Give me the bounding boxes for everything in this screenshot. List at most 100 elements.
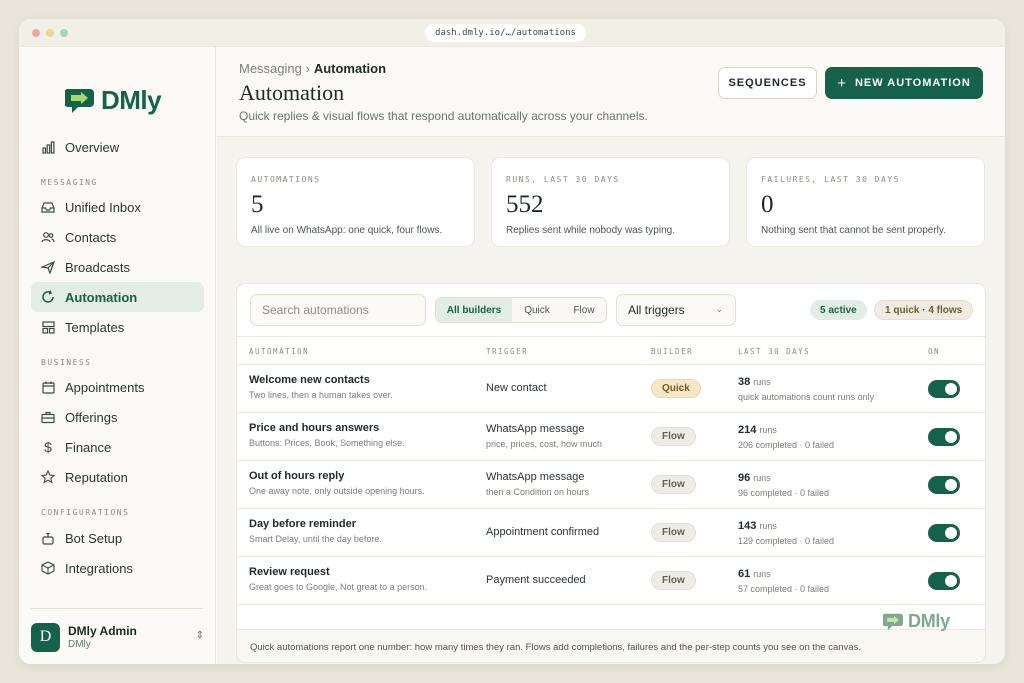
builder-mix-badge: 1 quick · 4 flows <box>874 300 974 320</box>
runs-count: 96 runs <box>738 472 771 484</box>
sidebar-item-label: Offerings <box>65 409 118 425</box>
browser-titlebar: dash.dmly.io/…/automations <box>19 19 1005 47</box>
table-footer-note: Quick automations report one number: how… <box>237 629 985 662</box>
sidebar-item-label: Templates <box>65 319 125 335</box>
stat-label: FAILURES, LAST 30 DAYS <box>761 175 900 184</box>
briefcase-icon <box>41 410 55 424</box>
runs-value: 61 <box>738 568 751 580</box>
sidebar-item-unified-inbox[interactable]: Unified Inbox <box>31 192 204 222</box>
sidebar-item-label: Unified Inbox <box>65 199 141 215</box>
runs-detail: 57 completed · 0 failed <box>738 584 830 594</box>
runs-detail: 206 completed · 0 failed <box>738 440 835 450</box>
enabled-toggle[interactable] <box>928 476 960 494</box>
brand-logo[interactable]: DMly <box>65 85 162 116</box>
table-row[interactable]: Review request Great goes to Google, Not… <box>237 557 985 605</box>
toggle-knob <box>945 575 957 587</box>
automation-name: Out of hours reply <box>249 470 345 482</box>
watermark-logo: DMly <box>883 611 950 632</box>
runs-count: 214 runs <box>738 424 777 436</box>
inbox-icon <box>41 200 55 214</box>
runs-value: 214 <box>738 424 757 436</box>
sidebar-item-contacts[interactable]: Contacts <box>31 222 204 252</box>
filter-flow[interactable]: Flow <box>562 298 606 322</box>
runs-count: 61 runs <box>738 568 771 580</box>
column-header-automation: AUTOMATION <box>249 347 310 356</box>
trigger-select[interactable]: All triggers ⌄ <box>616 294 736 326</box>
cube-icon <box>41 561 55 575</box>
brand-name: DMly <box>101 85 162 115</box>
sidebar-item-automation[interactable]: Automation <box>31 282 204 312</box>
builder-badge: Flow <box>651 571 696 590</box>
table-header: AUTOMATION TRIGGER BUILDER LAST 30 DAYS … <box>237 336 985 365</box>
sequences-button[interactable]: SEQUENCES <box>718 67 817 99</box>
chevron-updown-icon: ⇕ <box>195 630 204 641</box>
breadcrumb-current: Automation <box>313 61 387 76</box>
filter-quick[interactable]: Quick <box>512 298 562 322</box>
automation-description: Two lines, then a human takes over. <box>249 390 393 400</box>
toggle-knob <box>945 383 957 395</box>
column-header-on: ON <box>928 347 941 356</box>
app-window: dash.dmly.io/…/automations DMly Overview… <box>19 19 1005 664</box>
sidebar-item-label: Broadcasts <box>65 259 131 275</box>
builder-badge: Flow <box>651 475 696 494</box>
builder-badge: Quick <box>651 379 701 398</box>
chevron-down-icon: ⌄ <box>715 304 723 314</box>
sidebar-item-integrations[interactable]: Integrations <box>31 553 204 583</box>
builder-filter: All builders Quick Flow <box>435 297 607 323</box>
watermark-brand-name: DMly <box>908 611 950 631</box>
automation-name: Review request <box>249 566 330 578</box>
enabled-toggle[interactable] <box>928 380 960 398</box>
stat-value: 0 <box>761 191 774 218</box>
page-subtitle: Quick replies & visual flows that respon… <box>239 109 648 123</box>
sidebar: DMly Overview MESSAGING Unified Inbox Co… <box>19 47 216 664</box>
table-row[interactable]: Day before reminder Smart Delay, until t… <box>237 509 985 557</box>
search-input[interactable]: Search automations <box>250 294 426 326</box>
filter-all-builders[interactable]: All builders <box>436 298 512 322</box>
new-automation-button[interactable]: + NEW AUTOMATION <box>825 67 983 99</box>
sidebar-item-broadcasts[interactable]: Broadcasts <box>31 252 204 282</box>
avatar: D <box>31 622 60 652</box>
sidebar-item-offerings[interactable]: Offerings <box>31 402 204 432</box>
breadcrumb-parent[interactable]: Messaging › <box>239 61 310 76</box>
plus-icon: + <box>837 74 847 92</box>
maximize-dot[interactable] <box>60 29 68 37</box>
chat-arrow-logo-icon <box>883 613 903 630</box>
runs-detail: quick automations count runs only <box>738 392 875 402</box>
users-icon <box>41 230 55 244</box>
table-row[interactable]: Price and hours answers Buttons: Prices,… <box>237 413 985 461</box>
dollar-icon: $ <box>44 439 52 455</box>
sidebar-item-overview[interactable]: Overview <box>31 132 204 162</box>
sidebar-item-finance[interactable]: $ Finance <box>31 432 204 462</box>
stat-card-runs: RUNS, LAST 30 DAYS 552 Replies sent whil… <box>491 157 730 247</box>
enabled-toggle[interactable] <box>928 524 960 542</box>
page-title: Automation <box>239 80 345 105</box>
builder-badge: Flow <box>651 523 696 542</box>
user-menu[interactable]: D DMly Admin DMly ⇕ <box>31 622 204 652</box>
close-dot[interactable] <box>32 29 40 37</box>
section-label-configurations: CONFIGURATIONS <box>41 508 130 517</box>
runs-unit: runs <box>759 425 777 435</box>
column-header-last-30-days: LAST 30 DAYS <box>738 347 811 356</box>
stat-label: AUTOMATIONS <box>251 175 321 184</box>
enabled-toggle[interactable] <box>928 428 960 446</box>
url-bar[interactable]: dash.dmly.io/…/automations <box>425 24 586 42</box>
minimize-dot[interactable] <box>46 29 54 37</box>
stat-note: Nothing sent that cannot be sent properl… <box>761 225 946 236</box>
sidebar-item-appointments[interactable]: Appointments <box>31 372 204 402</box>
sidebar-item-label: Finance <box>65 439 112 455</box>
sidebar-item-bot-setup[interactable]: Bot Setup <box>31 523 204 553</box>
sidebar-item-reputation[interactable]: Reputation <box>31 462 204 492</box>
section-label-messaging: MESSAGING <box>41 178 98 187</box>
sidebar-item-templates[interactable]: Templates <box>31 312 204 342</box>
runs-unit: runs <box>753 377 771 387</box>
table-row[interactable]: Out of hours reply One away note, only o… <box>237 461 985 509</box>
sidebar-item-label: Integrations <box>65 560 133 576</box>
sidebar-item-label: Bot Setup <box>65 530 123 546</box>
section-label-business: BUSINESS <box>41 358 92 367</box>
table-row[interactable]: Welcome new contacts Two lines, then a h… <box>237 365 985 413</box>
enabled-toggle[interactable] <box>928 572 960 590</box>
chat-arrow-logo-icon <box>65 88 94 113</box>
trigger-name: WhatsApp message <box>486 423 585 435</box>
runs-value: 143 <box>738 520 757 532</box>
send-icon <box>41 260 55 274</box>
